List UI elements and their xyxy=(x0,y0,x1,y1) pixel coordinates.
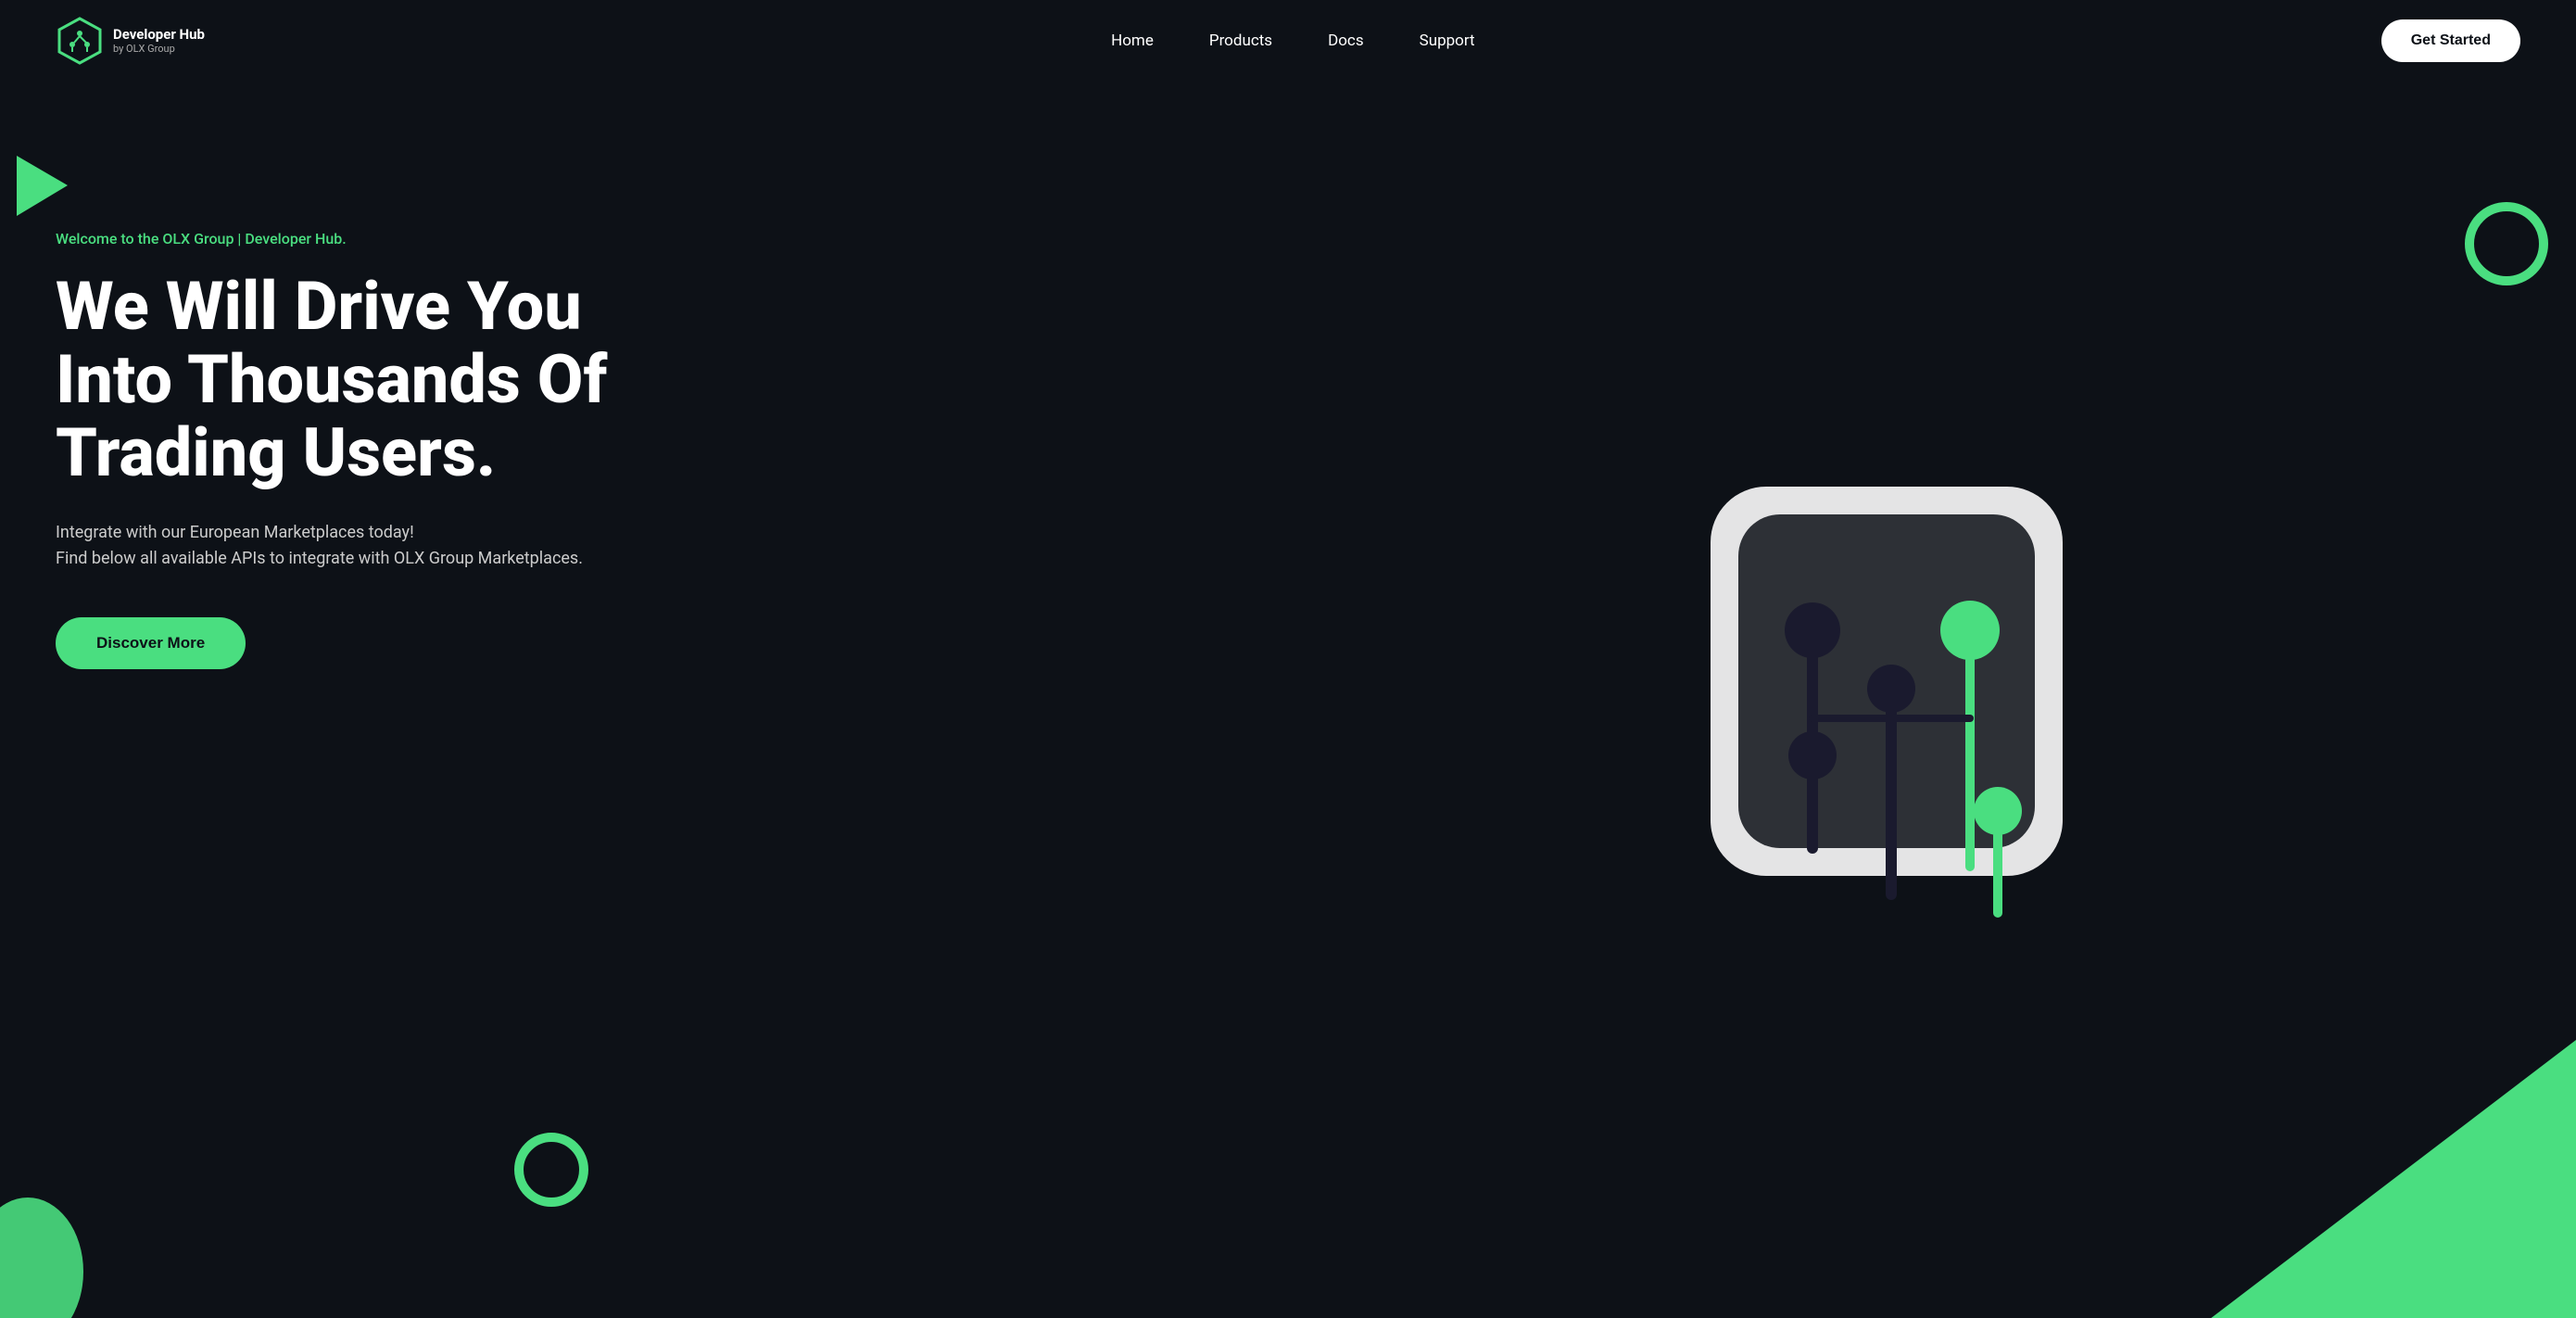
hero-illustration xyxy=(1178,82,2576,1318)
hero-description: Integrate with our European Marketplaces… xyxy=(56,520,612,574)
logo-title: Developer Hub xyxy=(113,26,205,43)
nav-item-home[interactable]: Home xyxy=(1111,32,1154,50)
blob-bottom-left xyxy=(0,1198,83,1318)
logo-icon xyxy=(56,17,104,65)
logo-subtitle: by OLX Group xyxy=(113,43,205,55)
hero-section: Welcome to the OLX Group | Developer Hub… xyxy=(0,82,2576,1318)
circuit-svg xyxy=(1655,459,2118,941)
logo-text: Developer Hub by OLX Group xyxy=(113,26,205,55)
logo-link[interactable]: Developer Hub by OLX Group xyxy=(56,17,205,65)
nav-links: Home Products Docs Support xyxy=(1111,32,1475,50)
hero-description-line1: Integrate with our European Marketplaces… xyxy=(56,523,414,542)
hero-tag: Welcome to the OLX Group | Developer Hub… xyxy=(56,230,612,247)
get-started-button[interactable]: Get Started xyxy=(2381,19,2520,62)
navbar: Developer Hub by OLX Group Home Products… xyxy=(0,0,2576,82)
hero-title: We Will Drive You Into Thousands Of Trad… xyxy=(56,270,612,490)
hero-description-line2: Find below all available APIs to integra… xyxy=(56,549,583,568)
discover-more-button[interactable]: Discover More xyxy=(56,617,246,669)
nav-item-docs[interactable]: Docs xyxy=(1328,32,1364,50)
nav-item-products[interactable]: Products xyxy=(1209,32,1272,50)
circle-ring-bottom xyxy=(514,1133,588,1207)
hero-content: Welcome to the OLX Group | Developer Hub… xyxy=(56,137,612,669)
circuit-hex-graphic xyxy=(1655,459,2118,941)
nav-item-support[interactable]: Support xyxy=(1420,32,1475,50)
